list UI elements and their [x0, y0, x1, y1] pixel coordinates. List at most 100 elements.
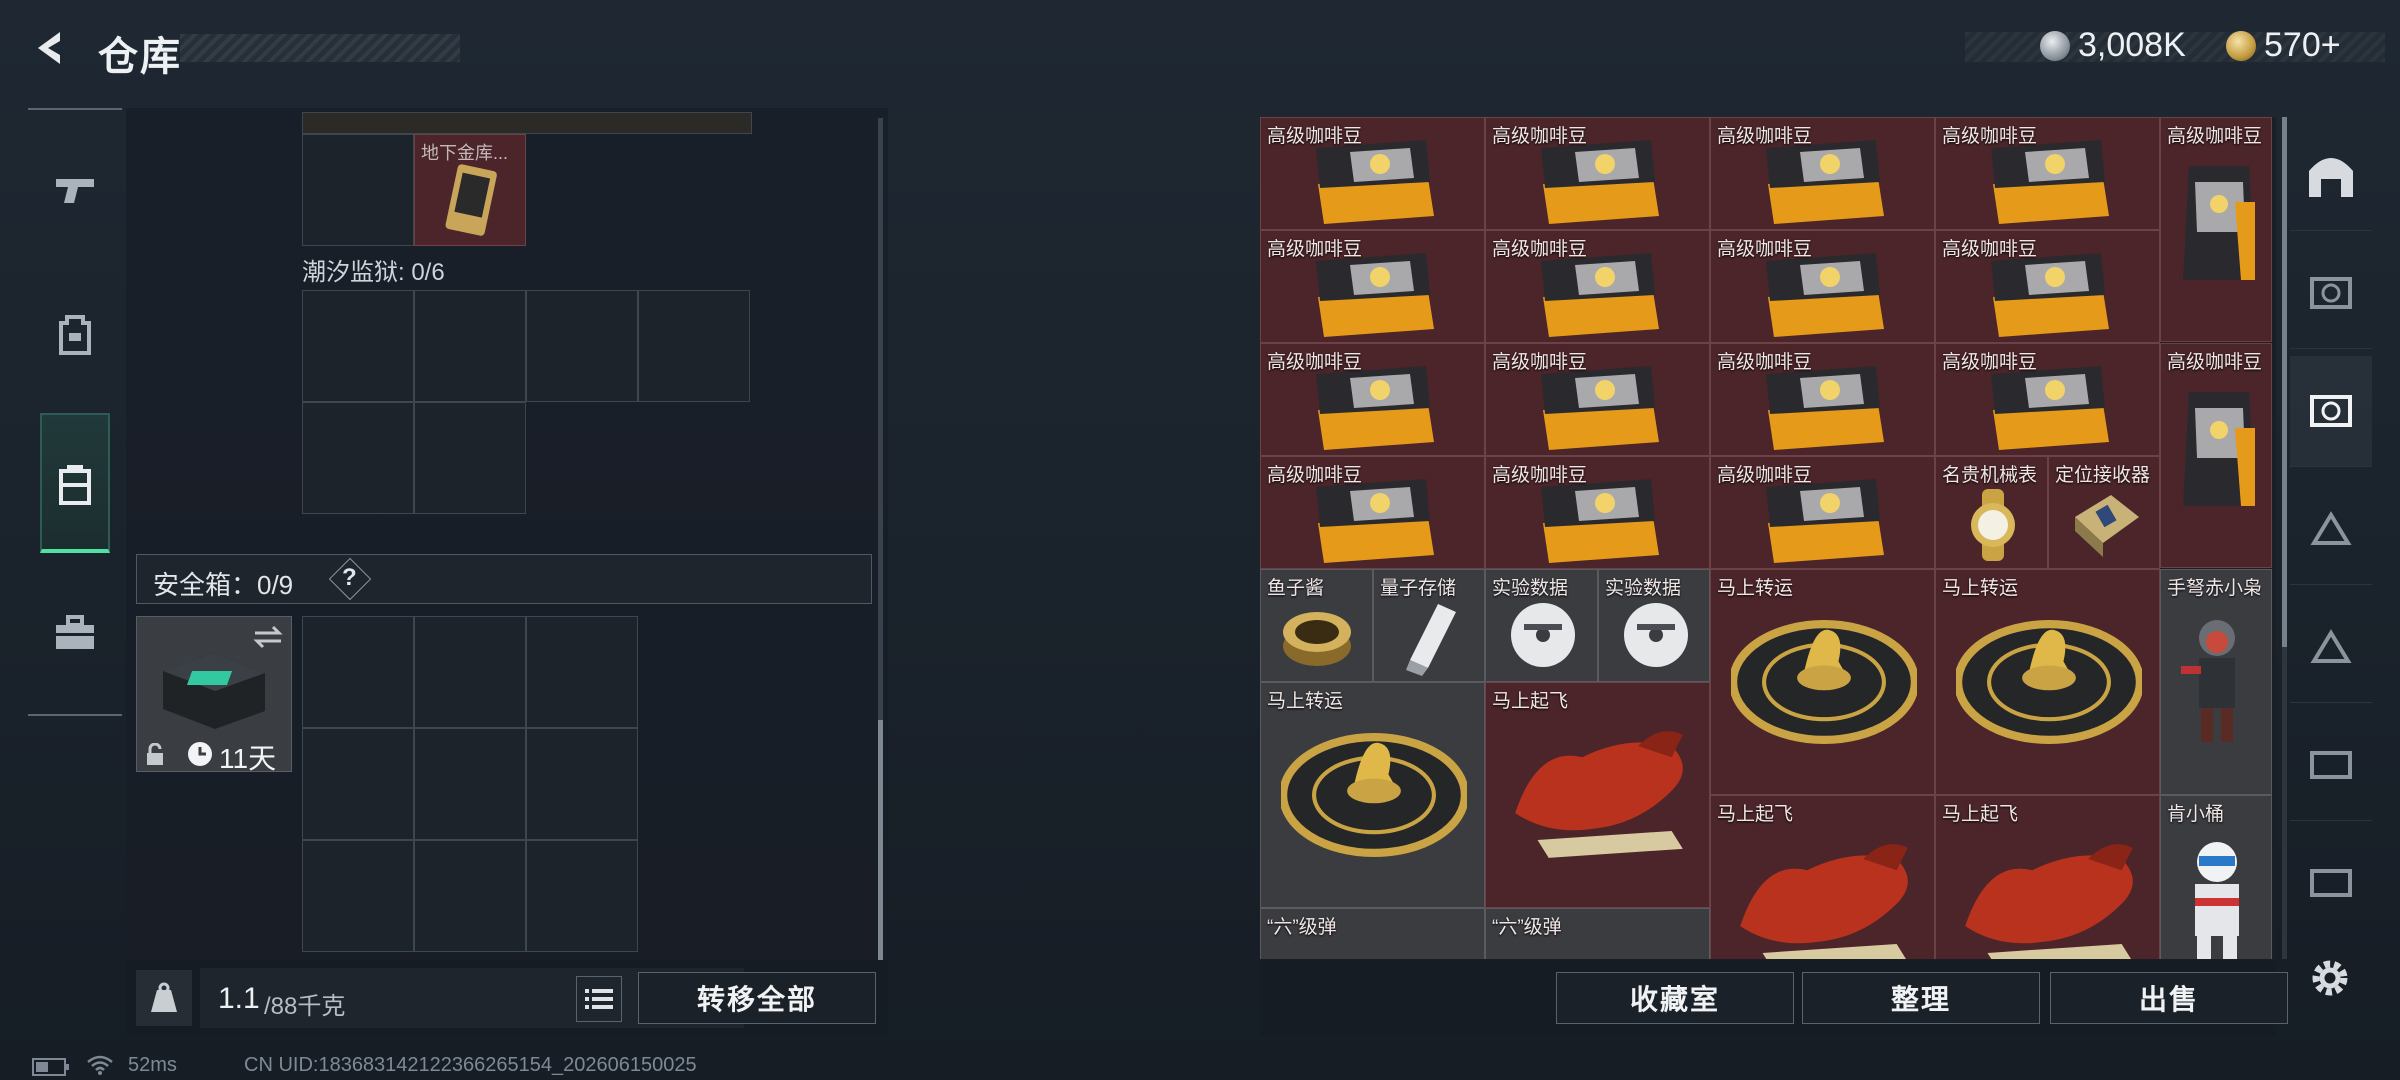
figure-icon [2195, 842, 2239, 959]
wifi-icon [87, 1055, 113, 1075]
storage-tab-icon [2310, 277, 2352, 309]
page-title: 仓库 [98, 35, 182, 79]
grid-cell[interactable] [526, 728, 638, 840]
coffee-bag-icon [2183, 392, 2255, 506]
item-caviar[interactable]: 鱼子酱 [1260, 569, 1373, 682]
item-experiment-data[interactable]: 实验数据 [1598, 569, 1710, 682]
tab-storage-2[interactable] [2290, 238, 2372, 349]
item-luxury-watch[interactable]: 名贵机械表 [1935, 456, 2048, 569]
grid-cell[interactable] [526, 616, 638, 728]
item-coffee-beans[interactable]: 高级咖啡豆 [1485, 230, 1710, 343]
vault-card-item[interactable]: 地下金库... [414, 134, 526, 246]
storage-tab-icon [2310, 869, 2352, 897]
tab-storage-4[interactable] [2290, 474, 2372, 585]
item-experiment-data[interactable]: 实验数据 [1485, 569, 1598, 682]
coffee-bag-icon [1541, 366, 1659, 450]
grid-cell[interactable] [414, 840, 526, 952]
item-locator-receiver[interactable]: 定位接收器 [2048, 456, 2160, 569]
item-coffee-beans[interactable]: 高级咖啡豆 [1260, 343, 1485, 456]
item-coffee-beans[interactable]: 高级咖啡豆 [1485, 343, 1710, 456]
item-coffee-beans[interactable]: 高级咖啡豆 [1710, 230, 1935, 343]
item-coffee-beans[interactable]: 高级咖啡豆 [1260, 456, 1485, 569]
item-lucky-wheel[interactable]: 马上转运 [1710, 569, 1935, 795]
coffee-bag-icon [1541, 140, 1659, 224]
grid-cell[interactable] [302, 616, 414, 728]
lock-icon [147, 743, 163, 765]
watch-icon [1971, 489, 2015, 561]
grid-cell[interactable] [414, 290, 526, 402]
weight-capacity: /88千克 [264, 993, 346, 1020]
grid-cell[interactable] [302, 728, 414, 840]
item-ammo[interactable]: “六”级弹 [1485, 908, 1710, 959]
swap-icon[interactable] [253, 625, 283, 649]
safe-box-item[interactable]: 11天 [136, 616, 292, 774]
item-coffee-beans[interactable]: 高级咖啡豆 [1710, 117, 1935, 230]
grid-cell[interactable] [414, 402, 526, 514]
item-lucky-wheel[interactable]: 马上转运 [1260, 682, 1485, 908]
golden-wheel-icon [1731, 606, 1917, 756]
partial-row [302, 112, 752, 134]
grid-cell[interactable] [302, 402, 414, 514]
figure-icon [2181, 620, 2235, 742]
grid-cell[interactable] [526, 840, 638, 952]
item-coffee-beans[interactable]: 高级咖啡豆 [1260, 117, 1485, 230]
transfer-all-button[interactable]: 转移全部 [638, 972, 876, 1024]
coffee-bag-icon [1766, 366, 1884, 450]
list-view-button[interactable] [576, 976, 622, 1022]
weight-icon-box [136, 970, 192, 1026]
left-scrollbar-thumb[interactable] [878, 720, 883, 960]
item-coffee-beans[interactable]: 高级咖啡豆 [1260, 230, 1485, 343]
grid-cell[interactable] [414, 728, 526, 840]
nav-weapons[interactable] [40, 155, 110, 225]
tab-storage-3[interactable] [2290, 356, 2372, 467]
storage-tab-icon [2310, 395, 2352, 427]
grid-cell[interactable] [302, 134, 414, 246]
item-coffee-beans[interactable]: 高级咖啡豆 [1935, 343, 2160, 456]
tab-storage-5[interactable] [2290, 592, 2372, 703]
item-coffee-beans[interactable]: 高级咖啡豆 [1710, 343, 1935, 456]
currency-gold[interactable]: 570+ [2226, 26, 2341, 65]
grid-cell[interactable] [302, 840, 414, 952]
gold-coin-icon [2226, 30, 2256, 61]
item-coffee-beans[interactable]: 高级咖啡豆 [1485, 117, 1710, 230]
item-coffee-beans[interactable]: 高级咖啡豆 [1935, 230, 2160, 343]
nav-container[interactable] [40, 450, 110, 520]
nav-equipment[interactable] [40, 300, 110, 370]
item-flying-horse[interactable]: 马上起飞 [1710, 795, 1935, 959]
item-lucky-wheel[interactable]: 马上转运 [1935, 569, 2160, 795]
item-coffee-beans[interactable]: 高级咖啡豆 [1710, 456, 1935, 569]
item-crossbow-figure[interactable]: 手弩赤小枭 [2160, 569, 2272, 795]
item-coffee-beans[interactable]: 高级咖啡豆 [1935, 117, 2160, 230]
item-coffee-beans-tall[interactable]: 高级咖啡豆 [2160, 343, 2272, 568]
item-flying-horse[interactable]: 马上起飞 [1485, 682, 1710, 908]
sell-button[interactable]: 出售 [2050, 972, 2288, 1024]
back-arrow-icon[interactable] [30, 28, 70, 68]
item-coffee-beans-tall[interactable]: 高级咖啡豆 [2160, 117, 2272, 342]
tab-storage-7[interactable] [2290, 828, 2372, 938]
grid-cell[interactable] [526, 290, 638, 402]
item-quantum-storage[interactable]: 量子存储 [1373, 569, 1485, 682]
grid-cell[interactable] [302, 290, 414, 402]
coffee-bag-icon [2183, 166, 2255, 280]
item-bucket-figure[interactable]: 肯小桶 [2160, 795, 2272, 959]
sort-button[interactable]: 整理 [1802, 972, 2040, 1024]
receiver-icon [2075, 495, 2139, 557]
right-scrollbar-thumb[interactable] [2282, 117, 2287, 647]
collection-room-button[interactable]: 收藏室 [1556, 972, 1794, 1024]
item-flying-horse[interactable]: 马上起飞 [1935, 795, 2160, 959]
tab-storage-6[interactable] [2290, 710, 2372, 821]
help-icon[interactable]: ? [342, 564, 357, 592]
caviar-tin-icon [1283, 612, 1351, 666]
item-coffee-beans[interactable]: 高级咖啡豆 [1485, 456, 1710, 569]
storage-tab-icon [2310, 751, 2352, 779]
coffee-bag-icon [1316, 366, 1434, 450]
backpack-icon [59, 315, 91, 355]
ping-value: 52ms [128, 1054, 177, 1076]
grid-cell[interactable] [414, 616, 526, 728]
right-bottom-bar: 收藏室 整理 出售 [1260, 960, 2288, 1036]
tab-storage-main[interactable] [2290, 120, 2372, 231]
settings-gear-icon[interactable] [2308, 956, 2352, 1000]
item-ammo[interactable]: “六”级弹 [1260, 908, 1485, 959]
nav-toolbox[interactable] [40, 598, 110, 668]
grid-cell[interactable] [638, 290, 750, 402]
